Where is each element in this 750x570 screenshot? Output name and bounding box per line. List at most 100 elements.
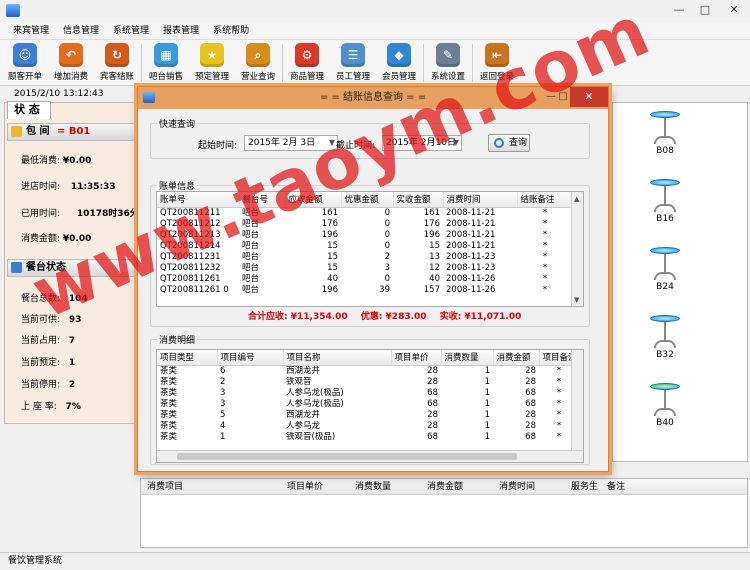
table-row[interactable]: QT200811261 0 吧台 196 39 157 2008-11-26 *: [157, 285, 573, 296]
toolbar-button-9[interactable]: ◆ 会员管理: [376, 40, 422, 86]
table-row[interactable]: 茶类 5 西湖龙井 28 1 28 *: [157, 410, 579, 421]
tab-status[interactable]: 状 态: [7, 101, 51, 119]
bar-stool-b08[interactable]: B08: [645, 111, 685, 156]
table-row[interactable]: QT200811232 吧台 15 3 12 2008-11-23 *: [157, 263, 573, 274]
bill-grid-scrollbar[interactable]: ▲ ▼: [571, 192, 583, 306]
table-row[interactable]: QT200811231 吧台 15 2 13 2008-11-23 *: [157, 252, 573, 263]
menu-report[interactable]: 报表管理: [156, 22, 206, 40]
close-icon[interactable]: ✕: [718, 0, 750, 20]
stool-legs: [654, 340, 676, 348]
status-bar: 餐饮管理系统: [0, 552, 750, 570]
table-cell: 2008-11-21: [446, 240, 496, 251]
table-cell: 1: [484, 420, 490, 431]
table-row[interactable]: 茶类 3 人参乌龙(极品) 68 1 68 *: [157, 388, 579, 399]
menu-guest[interactable]: 来宾管理: [6, 22, 56, 40]
table-row[interactable]: QT200811214 吧台 15 0 15 2008-11-21 *: [157, 241, 573, 252]
stool-icon: [650, 247, 680, 254]
toolbar-button-2[interactable]: ↶ 增加消费: [48, 40, 94, 86]
detail-grid[interactable]: 项目类型 项目编号 项目名称 项目单价 消费数量 消费金额 项目备注 茶类 6 西湖龙井 28 1 2…: [156, 349, 584, 463]
detail-grid-vscrollbar[interactable]: [571, 350, 583, 452]
column-header[interactable]: 餐台号: [239, 192, 286, 208]
bottom-col-header[interactable]: 消费项目: [141, 479, 281, 494]
dialog-close-icon[interactable]: ✕: [570, 87, 608, 107]
table-cell: 5: [220, 409, 226, 420]
column-header[interactable]: 应收金额: [285, 192, 342, 208]
minimize-icon[interactable]: —: [666, 0, 692, 20]
column-header[interactable]: 项目名称: [283, 350, 392, 366]
staff-icon: ☰: [341, 43, 365, 67]
column-header[interactable]: 消费金额: [493, 350, 540, 366]
toolbar-label: 商品管理: [289, 72, 324, 82]
column-header[interactable]: 项目编号: [217, 350, 284, 366]
table-row[interactable]: QT200811261 吧台 40 0 40 2008-11-26 *: [157, 274, 573, 285]
table-cell: 2008-11-21: [446, 207, 496, 218]
table-cell: 茶类: [160, 398, 178, 409]
menu-system[interactable]: 系统管理: [106, 22, 156, 40]
column-header[interactable]: 项目类型: [157, 350, 218, 366]
table-cell: 6: [220, 365, 226, 376]
toolbar-button-3[interactable]: ↻ 宾客结账: [94, 40, 140, 86]
table-row[interactable]: QT200811212 吧台 176 0 176 2008-11-21 *: [157, 219, 573, 230]
room-section-header: 包 间 = B01: [7, 123, 135, 141]
table-row[interactable]: 茶类 6 西湖龙井 28 1 28 *: [157, 365, 579, 377]
toolbar-button-11[interactable]: ⇤ 返回登录: [474, 40, 520, 86]
table-row[interactable]: 茶类 3 人参乌龙(极品) 68 1 68 *: [157, 399, 579, 410]
menu-help[interactable]: 系统帮助: [206, 22, 256, 40]
query-button[interactable]: 查询: [488, 134, 530, 152]
hscroll-thumb[interactable]: [177, 453, 517, 460]
bar-stool-b32[interactable]: B32: [645, 315, 685, 360]
toolbar-button-10[interactable]: ✎ 系统设置: [425, 40, 471, 86]
table-row[interactable]: QT200811211 吧台 161 0 161 2008-11-21 *: [157, 207, 573, 219]
detail-grid-hscrollbar[interactable]: [157, 450, 583, 462]
table-cell: 68: [427, 398, 438, 409]
table-cell: 茶类: [160, 376, 178, 387]
bar-stool-b40[interactable]: B40: [645, 383, 685, 428]
table-row[interactable]: 茶类 2 铁观音 28 1 28 *: [157, 377, 579, 388]
checkout-query-dialog: = = 结账信息查询 = = — □ ✕ 快速查询 起始时间: 2015年 2月…: [137, 86, 609, 472]
bottom-col-header[interactable]: 项目单价: [281, 479, 349, 494]
column-header[interactable]: 实收金额: [393, 192, 444, 208]
bill-summary: 合计应收: ¥11,354.00 优惠: ¥283.00 实收: ¥11,071…: [248, 309, 531, 322]
bottom-col-header[interactable]: 消费数量: [349, 479, 421, 494]
scroll-up-icon[interactable]: ▲: [574, 195, 579, 203]
bottom-col-header[interactable]: 消费时间: [493, 479, 565, 494]
menu-info[interactable]: 信息管理: [56, 22, 106, 40]
column-header[interactable]: 优惠金额: [341, 192, 394, 208]
bar-stool-b16[interactable]: B16: [645, 179, 685, 224]
quick-query-legend: 快速查询: [159, 120, 196, 130]
stopped-label: 当前停用:: [21, 380, 61, 390]
table-row[interactable]: QT200811213 吧台 196 0 196 2008-11-21 *: [157, 230, 573, 241]
maximize-icon[interactable]: □: [692, 0, 718, 20]
table-cell: 茶类: [160, 431, 178, 442]
table-cell: *: [542, 218, 548, 229]
bottom-col-header[interactable]: 备注: [601, 479, 661, 494]
table-row[interactable]: 茶类 4 人参乌龙 28 1 28 *: [157, 421, 579, 432]
table-cell: QT200811231: [160, 251, 221, 262]
bottom-col-header[interactable]: 服务生: [565, 479, 601, 494]
column-header[interactable]: 结账备注: [517, 192, 574, 208]
bill-grid[interactable]: 账单号 餐台号 应收金额 优惠金额 实收金额 消费时间 结账备注 QT200811211 吧台…: [156, 191, 584, 307]
column-header[interactable]: 项目单价: [391, 350, 442, 366]
avail-label: 当前可供:: [21, 315, 61, 325]
toolbar-button-8[interactable]: ☰ 员工管理: [330, 40, 376, 86]
end-date-picker[interactable]: 2015年 2月10日 ▼: [382, 135, 462, 151]
table-row[interactable]: 茶类 1 铁观音(极品) 68 1 68 *: [157, 432, 579, 443]
add-consume-icon: ↶: [59, 43, 83, 67]
table-cell: 40: [429, 273, 440, 284]
column-header[interactable]: 消费时间: [443, 192, 518, 208]
bar-stool-b24[interactable]: B24: [645, 247, 685, 292]
toolbar-button-4[interactable]: ▦ 吧台销售: [143, 40, 189, 86]
table-cell: 铁观音: [286, 376, 312, 387]
column-header[interactable]: 消费数量: [441, 350, 494, 366]
toolbar-button-6[interactable]: ⌕ 营业查询: [235, 40, 281, 86]
start-date-picker[interactable]: 2015年 2月 3日 ▼: [244, 135, 338, 151]
scroll-down-icon[interactable]: ▼: [574, 296, 579, 304]
toolbar-button-7[interactable]: ⚙ 商品管理: [284, 40, 330, 86]
stool-code: B08: [656, 146, 674, 156]
bottom-col-header[interactable]: 消费金额: [421, 479, 493, 494]
column-header[interactable]: 账单号: [157, 192, 240, 208]
table-cell: 68: [525, 398, 536, 409]
toolbar-button-1[interactable]: ☺ 顾客开单: [2, 40, 48, 86]
toolbar-button-5[interactable]: ★ 预定管理: [189, 40, 235, 86]
table-cell: 茶类: [160, 409, 178, 420]
